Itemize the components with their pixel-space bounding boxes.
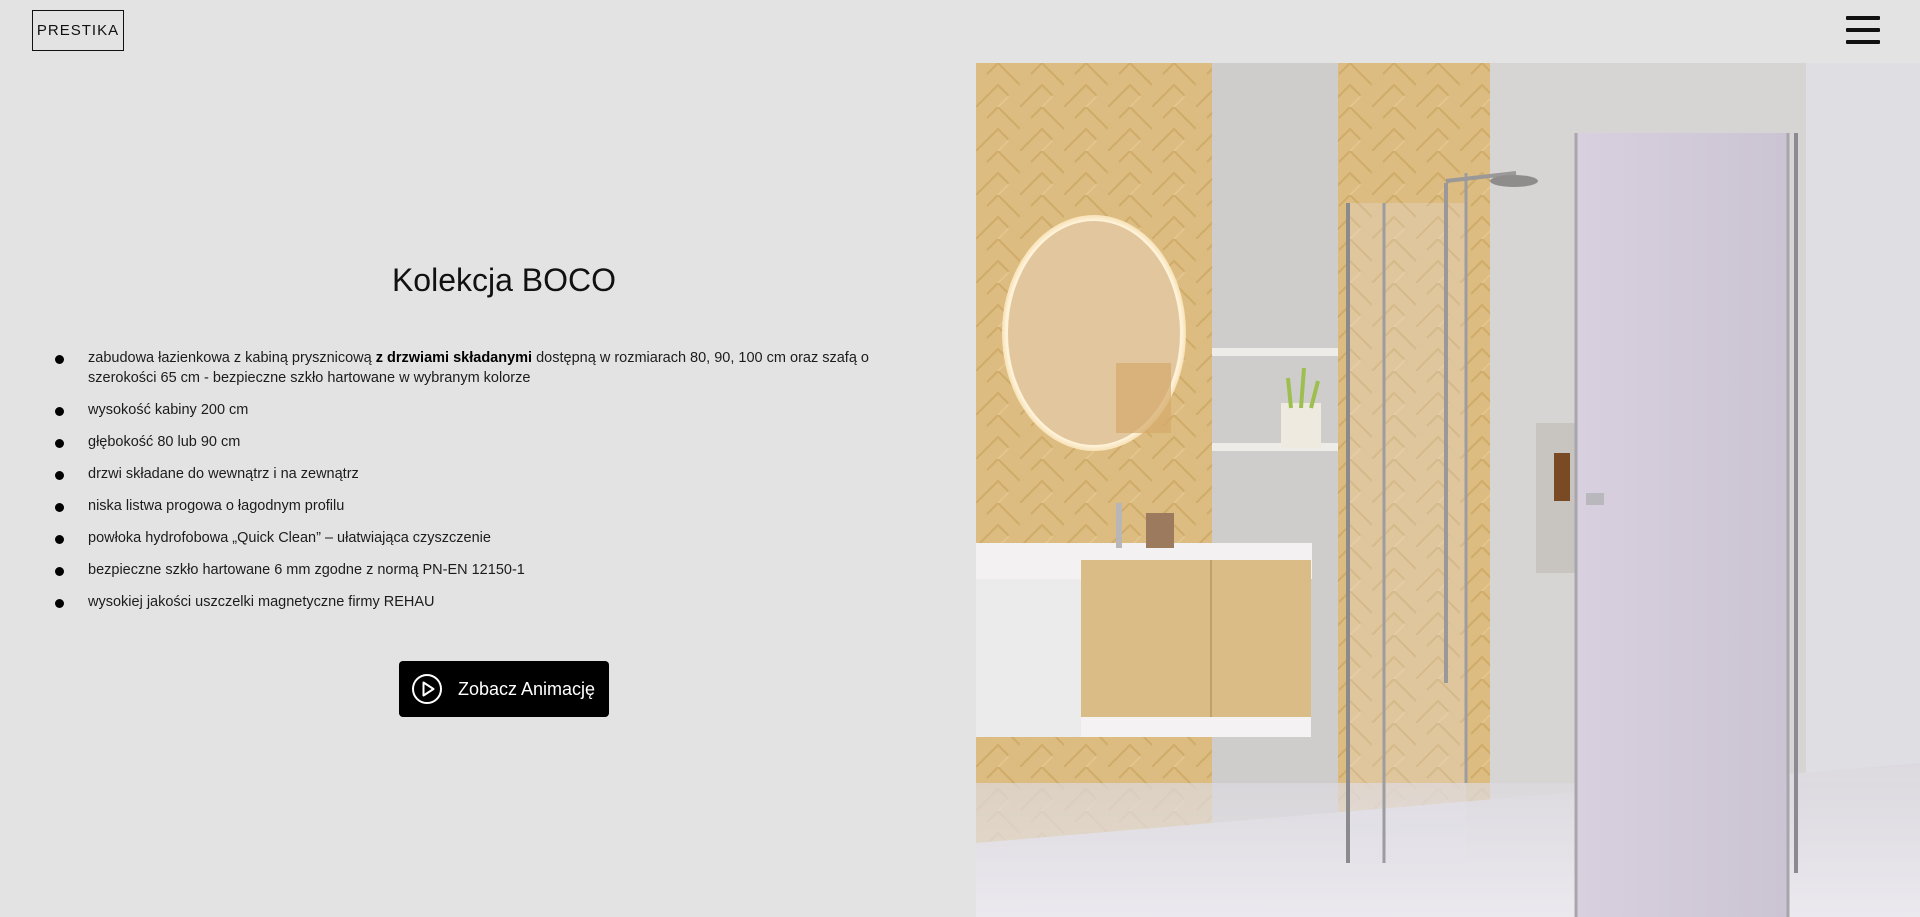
bullet-icon <box>55 471 64 480</box>
feature-item: wysokość kabiny 200 cm <box>52 400 932 420</box>
bullet-icon <box>55 599 64 608</box>
menu-icon-bar <box>1846 28 1880 32</box>
bathroom-illustration <box>976 63 1920 917</box>
feature-item: zabudowa łazienkowa z kabiną prysznicową… <box>52 348 932 388</box>
feature-text: wysokiej jakości uszczelki magnetyczne f… <box>88 594 435 610</box>
feature-item: drzwi składane do wewnątrz i na zewnątrz <box>52 464 932 484</box>
feature-text-bold: z drzwiami składanymi <box>375 350 533 366</box>
bathroom-hero-image <box>976 63 1920 917</box>
feature-text: drzwi składane do wewnątrz i na zewnątrz <box>88 466 359 482</box>
feature-text: zabudowa łazienkowa z kabiną prysznicową <box>88 350 376 366</box>
menu-button[interactable] <box>1846 14 1880 46</box>
bullet-icon <box>55 439 64 448</box>
feature-text: niska listwa progowa o łagodnym profilu <box>88 498 345 514</box>
play-circle-icon <box>412 674 442 704</box>
page-title: Kolekcja BOCO <box>391 262 617 298</box>
feature-item: głębokość 80 lub 90 cm <box>52 432 932 452</box>
feature-item: wysokiej jakości uszczelki magnetyczne f… <box>52 592 932 612</box>
collection-info: Kolekcja BOCO zabudowa łazienkowa z kabi… <box>0 0 976 917</box>
menu-icon-bar <box>1846 40 1880 44</box>
feature-item: niska listwa progowa o łagodnym profilu <box>52 496 932 516</box>
bullet-icon <box>55 355 64 364</box>
see-animation-label: Zobacz Animację <box>458 678 596 699</box>
bullet-icon <box>55 567 64 576</box>
features-list: zabudowa łazienkowa z kabiną prysznicową… <box>52 348 932 624</box>
hamburger-menu-icon <box>1846 16 1880 20</box>
bullet-icon <box>55 407 64 416</box>
feature-item: powłoka hydrofobowa „Quick Clean” – ułat… <box>52 528 932 548</box>
bullet-icon <box>55 535 64 544</box>
bullet-icon <box>55 503 64 512</box>
feature-text: głębokość 80 lub 90 cm <box>88 434 241 450</box>
feature-item: bezpieczne szkło hartowane 6 mm zgodne z… <box>52 560 932 580</box>
feature-text: bezpieczne szkło hartowane 6 mm zgodne z… <box>88 562 525 578</box>
see-animation-button[interactable]: Zobacz Animację <box>399 661 609 717</box>
feature-text: powłoka hydrofobowa „Quick Clean” – ułat… <box>88 530 491 546</box>
feature-text: wysokość kabiny 200 cm <box>88 402 249 418</box>
